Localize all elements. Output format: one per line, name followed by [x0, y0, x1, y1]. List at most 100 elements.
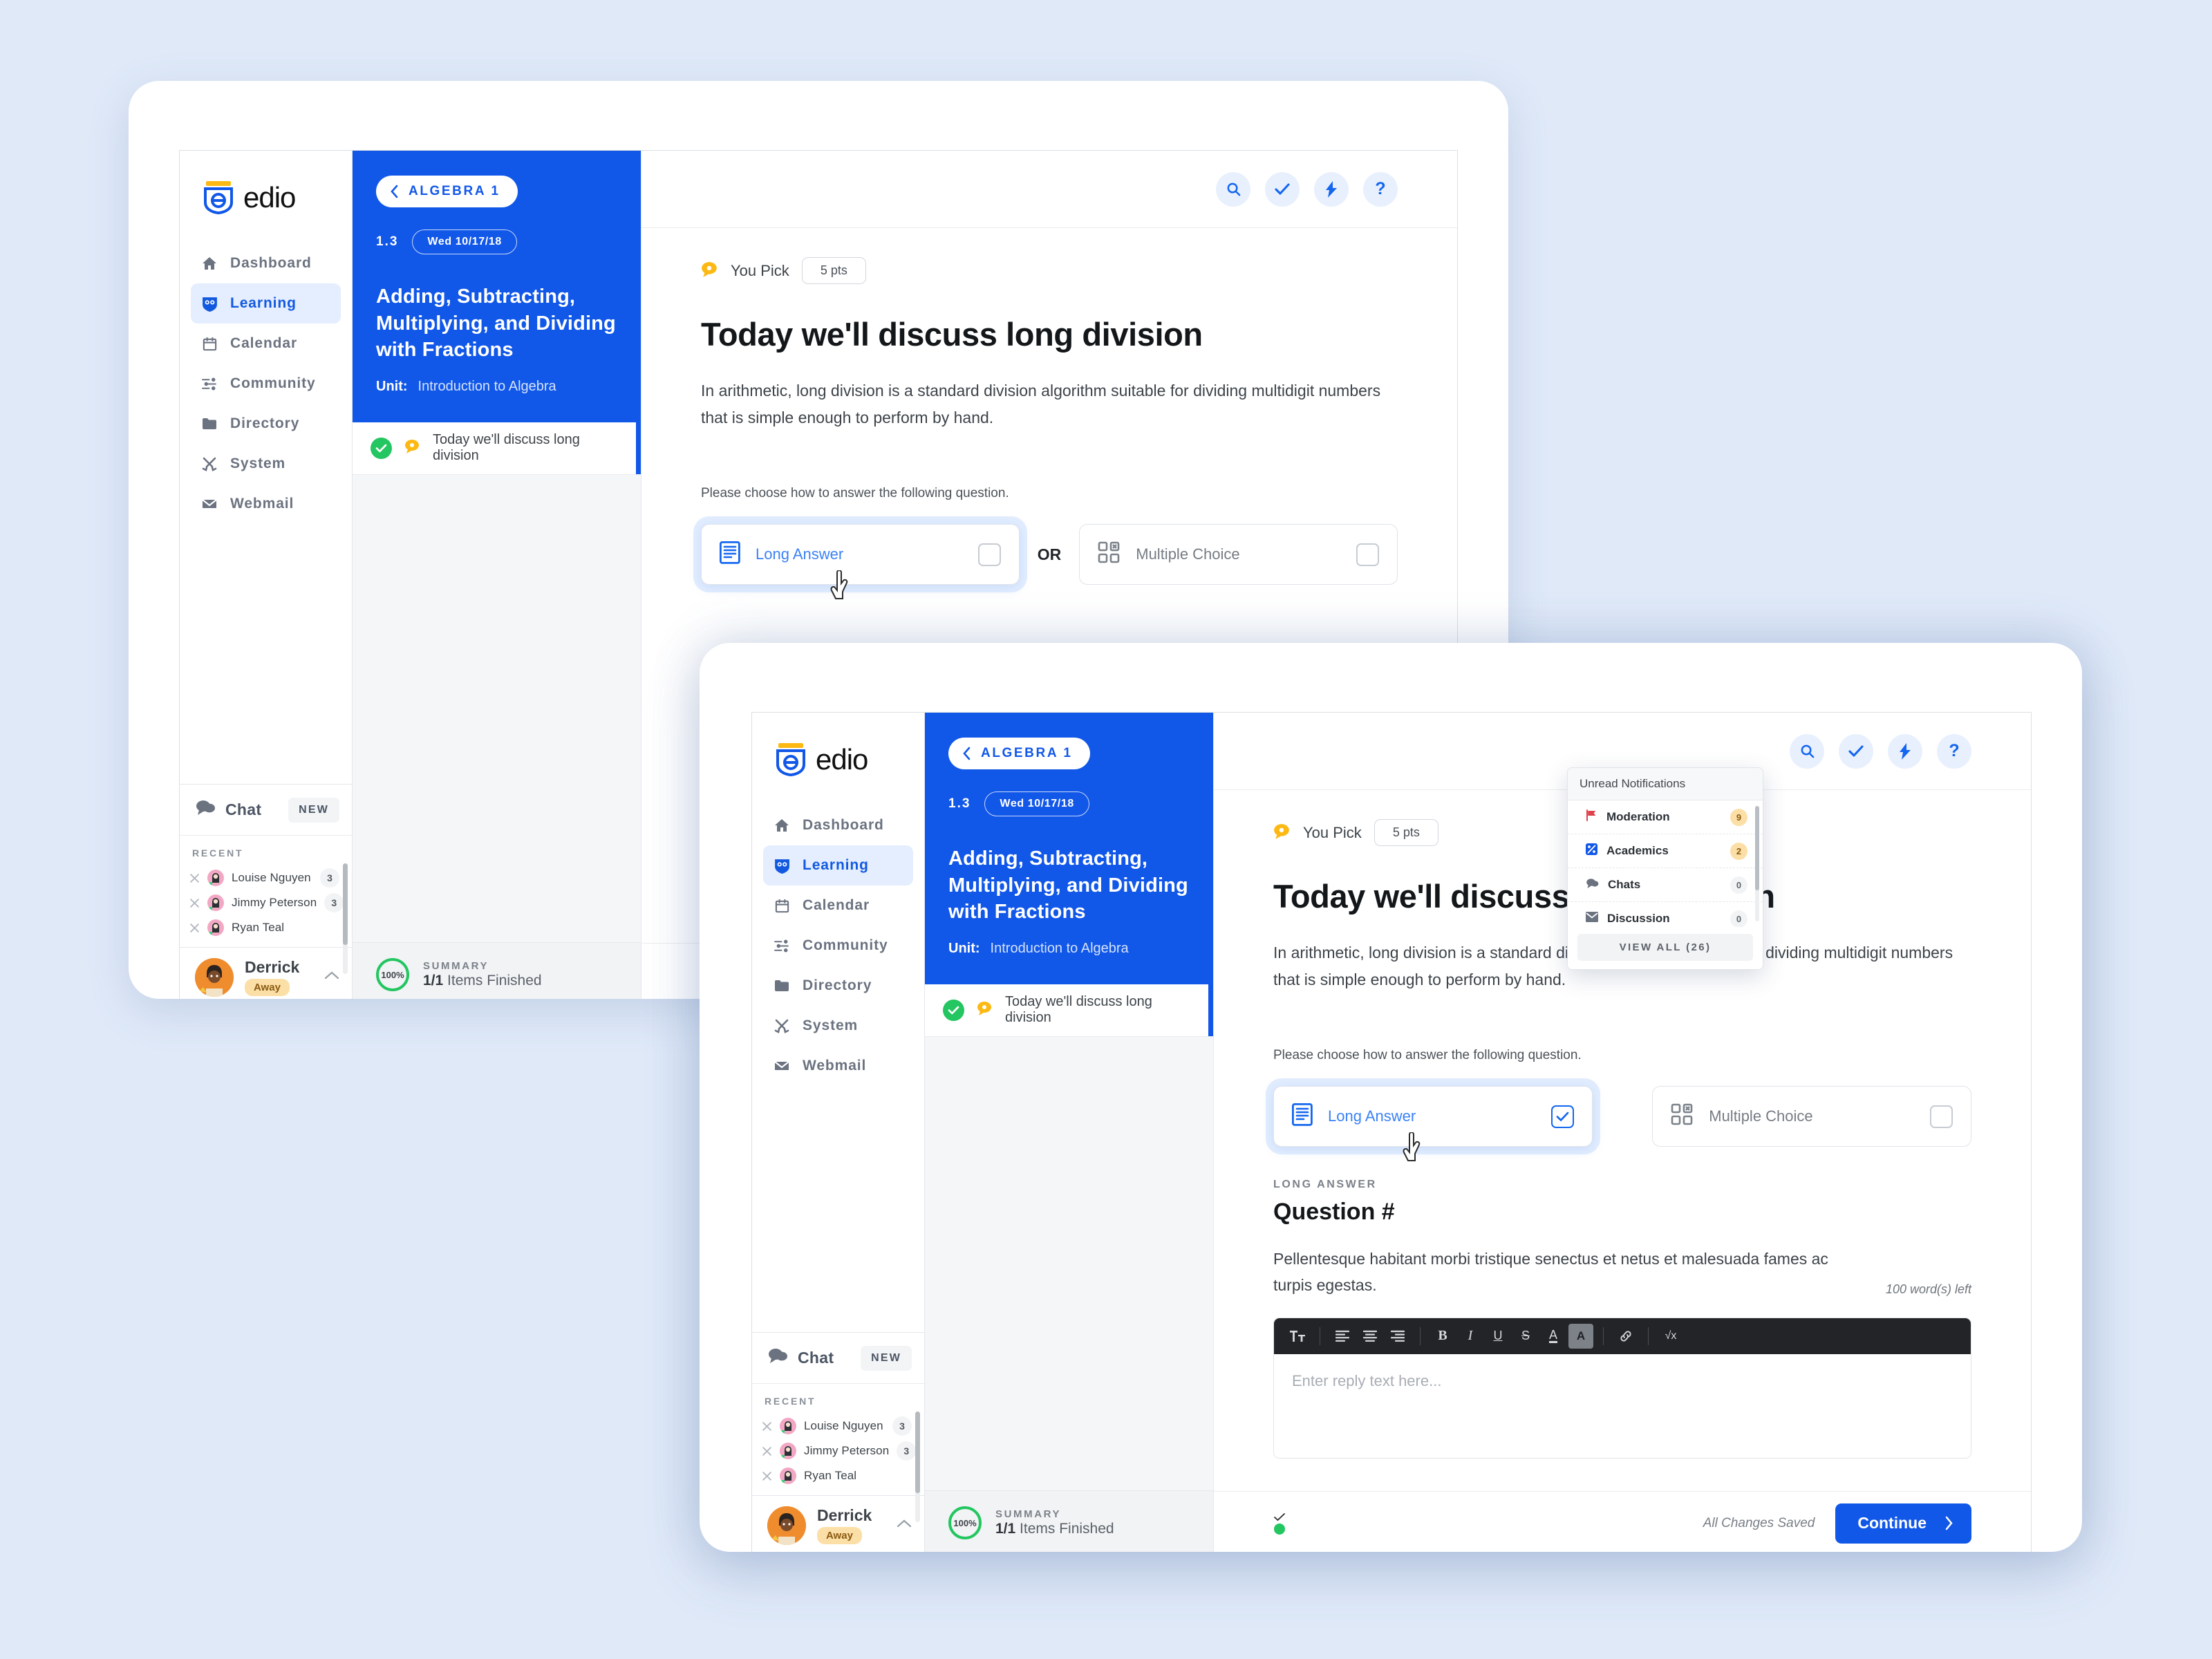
- choice-long-answer[interactable]: Long Answer: [701, 524, 1020, 600]
- chat-header[interactable]: Chat NEW: [180, 784, 352, 835]
- multiple-choice-icon: [1098, 541, 1121, 568]
- avatar: [195, 957, 234, 997]
- close-icon[interactable]: [762, 1421, 772, 1432]
- list-item[interactable]: Ryan Teal: [762, 1463, 917, 1488]
- strikethrough-icon[interactable]: S: [1513, 1324, 1538, 1349]
- unread-count: 3: [320, 868, 339, 888]
- chevron-up-icon[interactable]: [324, 971, 339, 984]
- notifications-list: Moderation 9 Academics 2 Chats 0 Discuss…: [1568, 800, 1763, 927]
- notification-count: 0: [1730, 910, 1747, 927]
- continue-label: Continue: [1857, 1514, 1927, 1532]
- choice-checkbox[interactable]: [977, 543, 1001, 566]
- sidebar-item-community[interactable]: Community: [763, 926, 913, 966]
- choice-checkbox[interactable]: [1930, 1105, 1953, 1128]
- highlight-icon[interactable]: A: [1568, 1323, 1593, 1349]
- back-to-course-button[interactable]: ALGEBRA 1: [948, 738, 1091, 769]
- chat-recent-list: RECENT Louise Nguyen 3 Jimmy Peterson 3: [752, 1383, 924, 1522]
- sidebar-item-dashboard[interactable]: Dashboard: [763, 805, 913, 845]
- user-profile-bar[interactable]: Derrick Away: [180, 947, 352, 999]
- close-icon[interactable]: [762, 1471, 772, 1481]
- close-icon[interactable]: [189, 923, 200, 933]
- align-center-icon[interactable]: [1358, 1324, 1382, 1349]
- lightning-icon[interactable]: [1888, 733, 1922, 769]
- list-item[interactable]: Jimmy Peterson 3: [762, 1438, 917, 1463]
- choice-checkbox[interactable]: [1550, 1105, 1574, 1128]
- lightning-icon[interactable]: [1314, 171, 1349, 207]
- chat-header[interactable]: Chat NEW: [752, 1332, 924, 1383]
- search-icon[interactable]: [1216, 171, 1250, 207]
- academics-icon: [1586, 843, 1597, 859]
- long-answer-kicker: LONG ANSWER: [1273, 1179, 1377, 1191]
- sidebar-item-webmail[interactable]: Webmail: [763, 1046, 913, 1086]
- check-icon[interactable]: [1265, 171, 1300, 207]
- sidebar-item-calendar[interactable]: Calendar: [191, 324, 341, 364]
- lesson-list-item[interactable]: Today we'll discuss long division: [925, 984, 1213, 1037]
- sidebar-item-dashboard[interactable]: Dashboard: [191, 243, 341, 283]
- chat-scrollbar-thumb[interactable]: [343, 863, 348, 945]
- list-item[interactable]: Ryan Teal: [189, 915, 345, 940]
- words-left: 100 word(s) left: [1885, 1282, 1971, 1296]
- choice-multiple-choice[interactable]: Multiple Choice: [1079, 524, 1398, 585]
- choice-long-answer[interactable]: Long Answer: [1273, 1086, 1593, 1162]
- discussion-icon: [977, 1001, 993, 1019]
- sidebar-item-learning[interactable]: Learning: [763, 845, 913, 885]
- sidebar-item-label: Dashboard: [230, 255, 312, 271]
- close-icon[interactable]: [762, 1446, 772, 1456]
- app-logo[interactable]: edio: [180, 151, 352, 238]
- math-icon[interactable]: √x: [1658, 1324, 1683, 1349]
- choice-multiple-choice[interactable]: Multiple Choice: [1652, 1086, 1971, 1147]
- sidebar-item-directory[interactable]: Directory: [191, 404, 341, 444]
- chat-bubble-icon: [195, 799, 216, 821]
- user-profile-bar[interactable]: Derrick Away: [752, 1495, 924, 1552]
- link-icon[interactable]: [1613, 1324, 1638, 1349]
- chat-new-button[interactable]: NEW: [288, 797, 339, 823]
- sidebar-item-label: Dashboard: [803, 817, 884, 833]
- list-item[interactable]: Louise Nguyen 3: [189, 865, 345, 890]
- check-icon[interactable]: [1839, 733, 1873, 769]
- sidebar-item-webmail[interactable]: Webmail: [191, 484, 341, 524]
- reply-textarea[interactable]: Enter reply text here...: [1274, 1353, 1971, 1458]
- app-logo[interactable]: edio: [752, 713, 924, 800]
- top-toolbar: ?: [641, 151, 1457, 228]
- sidebar-item-directory[interactable]: Directory: [763, 966, 913, 1006]
- summary-count: 1/1: [423, 973, 444, 988]
- continue-button[interactable]: Continue: [1835, 1503, 1971, 1544]
- help-icon[interactable]: ?: [1363, 171, 1398, 207]
- view-all-button[interactable]: VIEW ALL (26): [1577, 934, 1753, 961]
- avatar: [780, 1468, 796, 1484]
- notification-row-academics[interactable]: Academics 2: [1568, 834, 1763, 868]
- chat-new-button[interactable]: NEW: [861, 1345, 912, 1371]
- align-right-icon[interactable]: [1385, 1324, 1410, 1349]
- chevron-up-icon[interactable]: [897, 1519, 912, 1532]
- sidebar-item-system[interactable]: System: [763, 1006, 913, 1046]
- sidebar-item-learning[interactable]: Learning: [191, 283, 341, 324]
- align-left-icon[interactable]: [1330, 1324, 1355, 1349]
- sidebar-item-system[interactable]: System: [191, 444, 341, 484]
- list-item[interactable]: Jimmy Peterson 3: [189, 890, 345, 915]
- text-color-icon[interactable]: A: [1541, 1324, 1566, 1349]
- close-icon[interactable]: [189, 898, 200, 908]
- lesson-date: Wed 10/17/18: [412, 229, 517, 254]
- choice-checkbox[interactable]: [1356, 543, 1379, 566]
- underline-icon[interactable]: U: [1485, 1324, 1510, 1349]
- text-size-icon[interactable]: [1285, 1324, 1310, 1349]
- italic-icon[interactable]: I: [1458, 1324, 1483, 1349]
- back-to-course-button[interactable]: ALGEBRA 1: [376, 176, 518, 207]
- notif-scrollbar-thumb[interactable]: [1755, 806, 1759, 890]
- choice-label: Long Answer: [1328, 1107, 1416, 1125]
- body-copy: In arithmetic, long division is a standa…: [701, 382, 1381, 427]
- bold-icon[interactable]: B: [1430, 1324, 1455, 1349]
- notification-row-moderation[interactable]: Moderation 9: [1568, 800, 1763, 834]
- sidebar-item-community[interactable]: Community: [191, 364, 341, 404]
- sidebar-nav: Dashboard Learning Calendar Community Di…: [752, 800, 924, 1086]
- active-indicator: [636, 422, 641, 474]
- help-icon[interactable]: ?: [1937, 733, 1971, 769]
- search-icon[interactable]: [1790, 733, 1824, 769]
- close-icon[interactable]: [189, 873, 200, 883]
- lesson-list-item[interactable]: Today we'll discuss long division: [353, 422, 641, 475]
- sidebar-item-calendar[interactable]: Calendar: [763, 885, 913, 926]
- notification-row-discussion[interactable]: Discussion 0: [1568, 902, 1763, 927]
- chat-scrollbar-thumb[interactable]: [915, 1412, 920, 1493]
- notification-row-chats[interactable]: Chats 0: [1568, 868, 1763, 902]
- list-item[interactable]: Louise Nguyen 3: [762, 1414, 917, 1438]
